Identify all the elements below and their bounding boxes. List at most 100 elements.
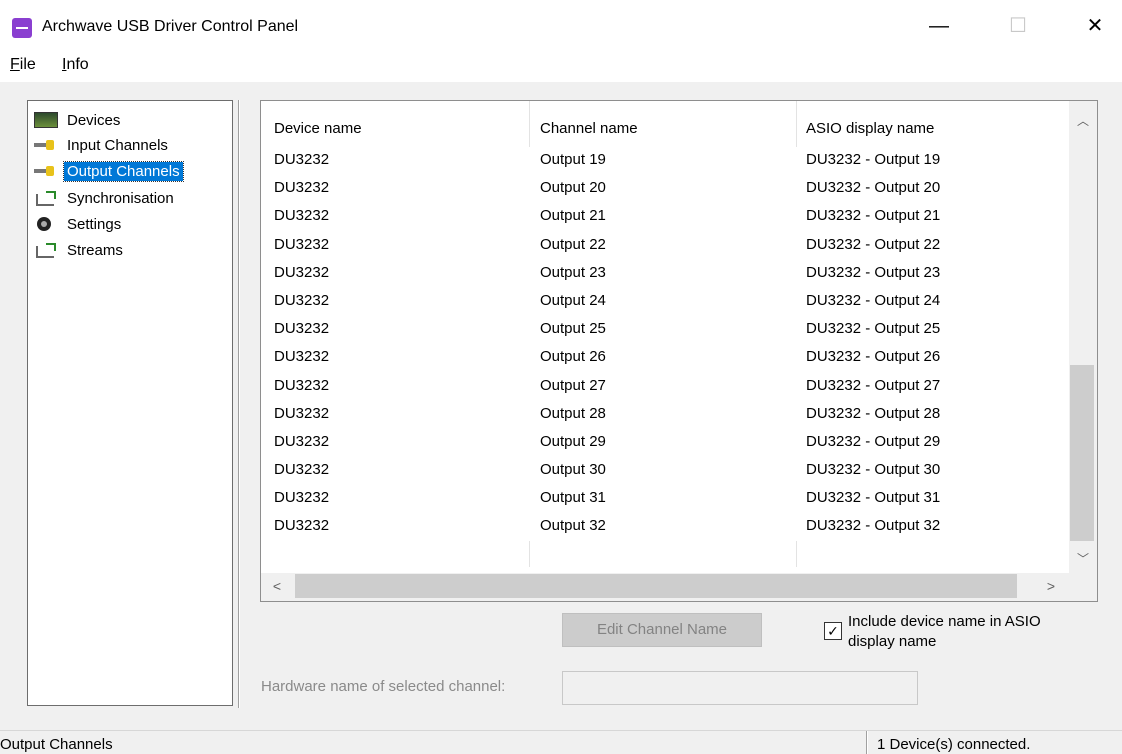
column-header-channel-name[interactable]: Channel name: [540, 101, 638, 147]
nav-item-settings[interactable]: Settings: [34, 213, 124, 235]
scroll-right-icon[interactable]: >: [1037, 573, 1065, 601]
nav-item-label: Output Channels: [63, 160, 184, 182]
device-count-status: 1 Device(s) connected.: [877, 736, 1031, 753]
cell-asio-display-name: DU3232 - Output 21: [806, 207, 941, 225]
include-device-name-label: Include device name in ASIO display name: [848, 613, 1041, 650]
hardware-name-label: Hardware name of selected channel:: [261, 678, 506, 695]
cell-device-name: DU3232: [274, 235, 330, 253]
cell-channel-name: Output 27: [540, 376, 606, 394]
column-header-asio-display-name[interactable]: ASIO display name: [806, 101, 934, 147]
table-row[interactable]: DU3232 Output 20 DU3232 - Output 20: [261, 175, 1069, 203]
cell-channel-name: Output 30: [540, 461, 606, 479]
hardware-name-field[interactable]: [562, 671, 918, 705]
horizontal-scroll-thumb[interactable]: [295, 574, 1017, 598]
cell-asio-display-name: DU3232 - Output 22: [806, 235, 941, 253]
nav-item-label: Devices: [67, 111, 121, 129]
cell-asio-display-name: DU3232 - Output 30: [806, 461, 941, 479]
nav-item-label: Settings: [67, 215, 122, 233]
nav-item-synchronisation[interactable]: Synchronisation: [34, 187, 177, 209]
cell-channel-name: Output 32: [540, 517, 606, 535]
nav-item-devices[interactable]: Devices: [34, 109, 123, 131]
cell-asio-display-name: DU3232 - Output 24: [806, 291, 941, 309]
column-header-device-name[interactable]: Device name: [274, 101, 362, 147]
cell-channel-name: Output 23: [540, 263, 606, 281]
cell-channel-name: Output 21: [540, 207, 606, 225]
menu-info[interactable]: Info: [62, 56, 89, 74]
cell-device-name: DU3232: [274, 348, 330, 366]
cell-device-name: DU3232: [274, 489, 330, 507]
maximize-button[interactable]: ☐: [995, 10, 1041, 42]
table-row[interactable]: DU3232 Output 26 DU3232 - Output 26: [261, 344, 1069, 372]
streams-icon: [34, 242, 58, 258]
nav-item-output-channels[interactable]: Output Channels: [34, 160, 184, 182]
edit-channel-name-button[interactable]: Edit Channel Name: [562, 613, 762, 647]
nav-item-label: Streams: [67, 241, 123, 259]
table-row[interactable]: DU3232 Output 29 DU3232 - Output 29: [261, 429, 1069, 457]
table-row[interactable]: DU3232 Output 31 DU3232 - Output 31: [261, 485, 1069, 513]
cell-asio-display-name: DU3232 - Output 32: [806, 517, 941, 535]
status-divider: [866, 731, 868, 754]
table-row[interactable]: DU3232 Output 23 DU3232 - Output 23: [261, 260, 1069, 288]
cell-channel-name: Output 19: [540, 151, 606, 168]
cell-asio-display-name: DU3232 - Output 29: [806, 432, 941, 450]
nav-item-input-channels[interactable]: Input Channels: [34, 134, 171, 156]
cell-device-name: DU3232: [274, 291, 330, 309]
nav-item-label: Input Channels: [67, 136, 168, 154]
cell-channel-name: Output 22: [540, 235, 606, 253]
cell-device-name: DU3232: [274, 179, 330, 197]
synchronisation-icon: [34, 190, 58, 206]
cell-asio-display-name: DU3232 - Output 23: [806, 263, 941, 281]
cell-asio-display-name: DU3232 - Output 19: [806, 151, 941, 168]
table-row[interactable]: DU3232 Output 32 DU3232 - Output 32: [261, 513, 1069, 541]
table-row[interactable]: DU3232 Output 25 DU3232 - Output 25: [261, 316, 1069, 344]
cell-device-name: DU3232: [274, 263, 330, 281]
menu-bar: File Info: [0, 52, 1122, 82]
cell-device-name: DU3232: [274, 207, 330, 225]
scroll-corner: [1069, 573, 1097, 601]
cell-asio-display-name: DU3232 - Output 26: [806, 348, 941, 366]
channel-table[interactable]: Device name Channel name ASIO display na…: [260, 100, 1098, 602]
column-divider[interactable]: [796, 101, 797, 147]
cell-channel-name: Output 28: [540, 404, 606, 422]
table-body: DU3232 Output 19 DU3232 - Output 19 DU3232 O…: [261, 147, 1069, 542]
table-row[interactable]: DU3232 Output 19 DU3232 - Output 19: [261, 147, 1069, 175]
cell-device-name: DU3232: [274, 376, 330, 394]
table-row[interactable]: DU3232 Output 28 DU3232 - Output 28: [261, 401, 1069, 429]
cell-channel-name: Output 25: [540, 320, 606, 338]
table-row[interactable]: DU3232 Output 27 DU3232 - Output 27: [261, 373, 1069, 401]
cell-device-name: DU3232: [274, 461, 330, 479]
settings-icon: [34, 216, 58, 232]
include-device-name-checkbox[interactable]: ✓: [824, 622, 842, 640]
cell-channel-name: Output 20: [540, 179, 606, 197]
cell-device-name: DU3232: [274, 320, 330, 338]
scroll-up-icon[interactable]: ︿: [1069, 109, 1097, 133]
app-icon: [12, 18, 32, 38]
window-title: Archwave USB Driver Control Panel: [42, 18, 299, 35]
navigation-tree: Devices Input Channels Output Channels S…: [27, 100, 233, 706]
cell-asio-display-name: DU3232 - Output 27: [806, 376, 941, 394]
column-divider: [796, 541, 797, 567]
nav-item-streams[interactable]: Streams: [34, 239, 126, 261]
column-divider[interactable]: [529, 101, 530, 147]
cell-asio-display-name: DU3232 - Output 28: [806, 404, 941, 422]
cell-device-name: DU3232: [274, 404, 330, 422]
scroll-left-icon[interactable]: <: [263, 573, 291, 601]
menu-file[interactable]: File: [10, 56, 36, 74]
title-bar: Archwave USB Driver Control Panel — ☐ ✕: [0, 0, 1122, 52]
table-row[interactable]: DU3232 Output 22 DU3232 - Output 22: [261, 232, 1069, 260]
table-row[interactable]: DU3232 Output 21 DU3232 - Output 21: [261, 203, 1069, 231]
scroll-down-icon[interactable]: ﹀: [1069, 547, 1097, 571]
vertical-scroll-thumb[interactable]: [1070, 365, 1094, 541]
minimize-button[interactable]: —: [916, 10, 962, 42]
close-button[interactable]: ✕: [1072, 10, 1118, 42]
panel-separator: [238, 100, 240, 708]
table-row[interactable]: DU3232 Output 30 DU3232 - Output 30: [261, 457, 1069, 485]
vertical-scrollbar[interactable]: ︿ ﹀: [1069, 101, 1097, 573]
output-channels-icon: [34, 163, 58, 179]
table-row[interactable]: DU3232 Output 24 DU3232 - Output 24: [261, 288, 1069, 316]
nav-item-label: Synchronisation: [67, 189, 174, 207]
cell-channel-name: Output 29: [540, 432, 606, 450]
cell-asio-display-name: DU3232 - Output 20: [806, 179, 941, 197]
cell-channel-name: Output 24: [540, 291, 606, 309]
horizontal-scrollbar[interactable]: < >: [261, 573, 1069, 601]
